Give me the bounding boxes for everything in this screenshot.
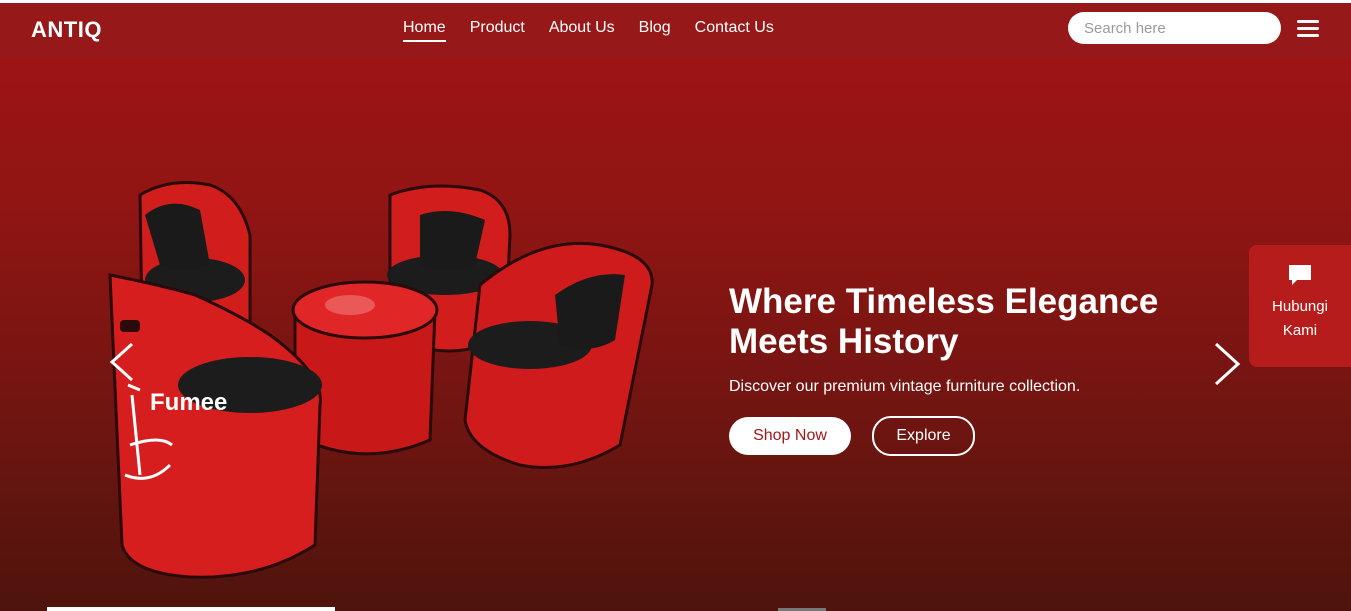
brand-logo[interactable]: ANTIQ [31,17,102,43]
navbar: ANTIQ Home Product About Us Blog Contact… [0,3,1351,59]
chat-bubble-icon [1289,265,1311,285]
nav-link-home[interactable]: Home [403,19,446,42]
nav-links: Home Product About Us Blog Contact Us [403,19,798,42]
nav-link-about-us[interactable]: About Us [549,19,615,42]
search-input[interactable] [1068,12,1281,44]
chevron-right-icon[interactable] [1212,340,1242,388]
nav-link-contact-us[interactable]: Contact Us [695,19,774,42]
floating-contact-label: Hubungi Kami [1272,298,1328,339]
nav-link-blog[interactable]: Blog [639,19,671,42]
shop-now-button[interactable]: Shop Now [729,417,851,455]
hero-subline: Discover our premium vintage furniture c… [729,378,1081,395]
drum-chair-front-right [463,241,654,469]
hero-product-image: Fumee [108,181,654,579]
drum-chair-front-left: Fumee [108,273,322,579]
floating-contact-button[interactable]: Hubungi Kami [1249,245,1351,367]
fumee-label: Fumee [150,389,227,416]
hamburger-menu-icon[interactable] [1297,20,1319,38]
slide-indicator-active[interactable] [47,607,335,611]
explore-button[interactable]: Explore [872,416,975,456]
chevron-left-icon[interactable] [106,340,136,384]
hero-headline: Where Timeless Elegance Meets History [729,282,1159,361]
nav-link-product[interactable]: Product [470,19,525,42]
